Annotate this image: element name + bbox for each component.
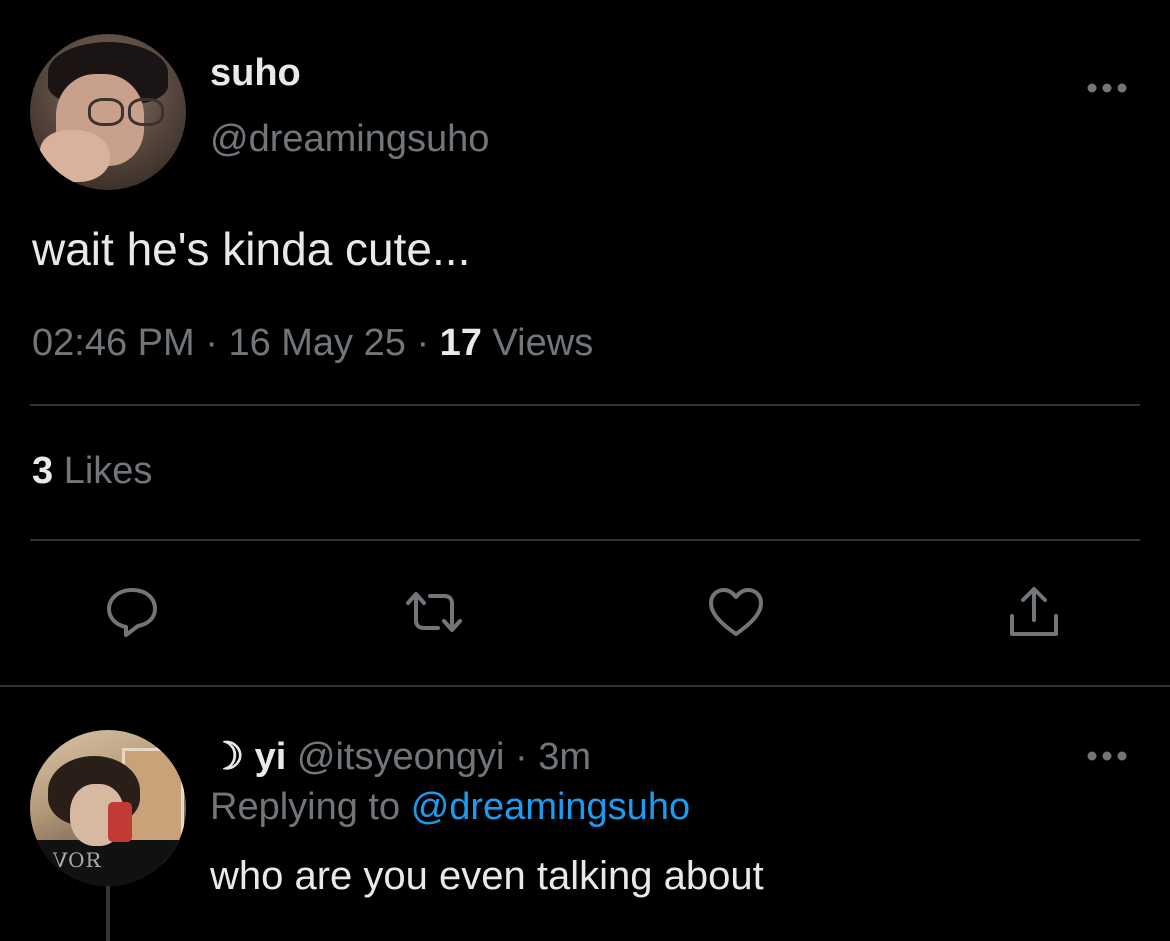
author-handle[interactable]: @dreamingsuho: [210, 118, 489, 161]
retweet-button[interactable]: [404, 584, 464, 644]
retweet-icon: [402, 589, 466, 640]
meta-separator: ·: [416, 322, 430, 364]
tweet-time[interactable]: 02:46 PM: [32, 322, 195, 364]
divider: [30, 404, 1140, 406]
divider: [30, 539, 1140, 541]
replying-to-handle-link[interactable]: @dreamingsuho: [411, 786, 690, 828]
thread-line: [106, 886, 110, 941]
author-avatar[interactable]: [30, 34, 186, 190]
replying-to: Replying to @dreamingsuho: [210, 786, 690, 829]
tweet-text: wait he's kinda cute...: [32, 223, 471, 275]
avatar-glasses: [128, 98, 164, 126]
reply-author-avatar[interactable]: ЯOV: [30, 730, 186, 886]
like-button[interactable]: [706, 584, 766, 644]
reply-author-name[interactable]: ☽ yi: [210, 736, 286, 778]
reply-header: ☽ yi @itsyeongyi · 3m: [210, 734, 591, 779]
likes-stat[interactable]: 3 Likes: [32, 450, 152, 493]
replying-to-label: Replying to: [210, 786, 401, 828]
tweet-meta: 02:46 PM · 16 May 25 · 17 Views: [32, 322, 593, 365]
avatar-glasses: [88, 98, 124, 126]
meta-separator: ·: [205, 322, 218, 364]
avatar-phone: [108, 802, 132, 842]
reply-author-handle[interactable]: @itsyeongyi: [297, 736, 505, 778]
meta-separator: ·: [515, 736, 528, 778]
likes-label: Likes: [63, 450, 153, 492]
likes-count: 3: [32, 450, 54, 492]
reply-time[interactable]: 3m: [538, 736, 591, 778]
reply-text: who are you even talking about: [210, 854, 764, 898]
avatar-hand: [40, 130, 110, 182]
tweet-date[interactable]: 16 May 25: [228, 322, 405, 364]
reply-icon: [104, 586, 160, 643]
author-name[interactable]: suho: [210, 52, 301, 95]
reply-button[interactable]: [102, 584, 162, 644]
views-count: 17: [439, 322, 482, 364]
heart-icon: [707, 586, 765, 643]
more-options-icon[interactable]: [1087, 748, 1127, 761]
more-options-icon[interactable]: [1087, 80, 1127, 93]
share-icon: [1006, 584, 1062, 645]
avatar-shirt-text: ЯOV: [52, 848, 102, 872]
share-button[interactable]: [1004, 584, 1064, 644]
divider: [0, 685, 1170, 687]
views-label: Views: [492, 322, 594, 364]
